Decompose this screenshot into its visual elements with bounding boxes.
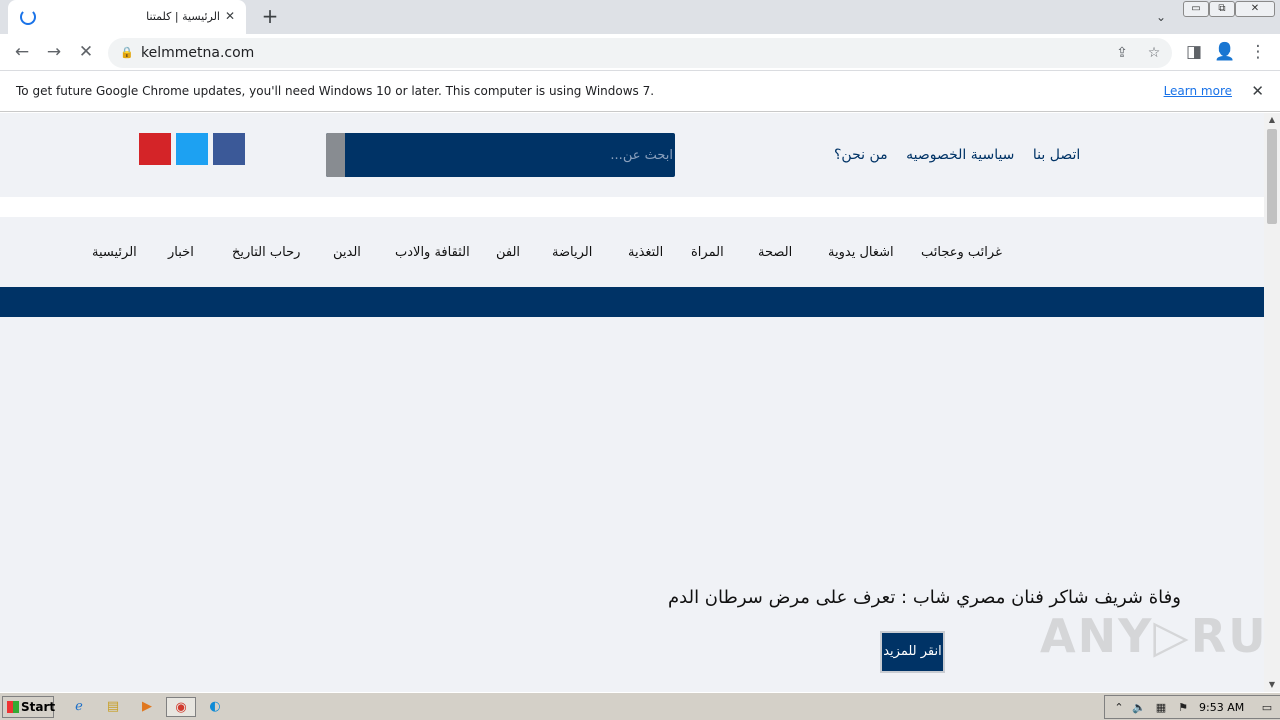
share-icon[interactable]: ⇪ bbox=[1112, 43, 1132, 63]
main-nav: الرئيسية اخبار رحاب التاريخ الدين الثقاف… bbox=[0, 217, 1264, 287]
action-center-flag-icon[interactable]: ⚑ bbox=[1175, 700, 1191, 716]
nav-home[interactable]: الرئيسية bbox=[92, 245, 137, 260]
top-links: اتصل بنا سياسية الخصوصيه من نحن؟ bbox=[820, 147, 1080, 163]
bookmark-star-icon[interactable]: ☆ bbox=[1144, 43, 1164, 63]
infobar-message: To get future Google Chrome updates, you… bbox=[16, 84, 655, 98]
nav-art[interactable]: الفن bbox=[496, 245, 520, 260]
network-icon[interactable]: ▦ bbox=[1153, 700, 1169, 716]
nav-sports[interactable]: الرياضة bbox=[552, 245, 592, 260]
side-panel-button[interactable]: ◨ bbox=[1182, 40, 1206, 64]
browser-tab[interactable]: الرئيسية | كلمتنا ✕ bbox=[8, 0, 246, 34]
search-button[interactable] bbox=[326, 133, 345, 177]
contact-us-link[interactable]: اتصل بنا bbox=[1033, 147, 1080, 163]
profile-button[interactable]: 👤 bbox=[1213, 40, 1237, 64]
nav-history[interactable]: رحاب التاريخ bbox=[232, 245, 300, 260]
site-search bbox=[326, 133, 675, 177]
tab-search-button[interactable]: ⌄ bbox=[1150, 6, 1172, 28]
scroll-down-icon[interactable]: ▼ bbox=[1264, 678, 1280, 692]
scroll-thumb[interactable] bbox=[1267, 129, 1277, 224]
tab-strip: الرئيسية | كلمتنا ✕ + ⌄ ▭ ⧉ ✕ bbox=[0, 0, 1280, 34]
nav-wonders[interactable]: غرائب وعجائب bbox=[921, 245, 1002, 260]
infobar-close-icon[interactable]: ✕ bbox=[1251, 82, 1264, 100]
start-label: Start bbox=[21, 700, 56, 714]
loading-spinner-icon bbox=[20, 9, 36, 25]
nav-health[interactable]: الصحة bbox=[758, 245, 792, 260]
scroll-up-icon[interactable]: ▲ bbox=[1264, 113, 1280, 127]
browser-toolbar: ← → ✕ 🔒 kelmmetna.com ⇪ ☆ ◨ 👤 ⋮ bbox=[0, 34, 1280, 71]
windows-flag-icon bbox=[7, 701, 19, 713]
youtube-icon[interactable] bbox=[139, 133, 171, 165]
new-tab-button[interactable]: + bbox=[258, 5, 282, 29]
nav-women[interactable]: المراة bbox=[691, 245, 724, 260]
restore-button[interactable]: ⧉ bbox=[1209, 1, 1235, 17]
tab-close-icon[interactable]: ✕ bbox=[222, 8, 238, 24]
facebook-icon[interactable] bbox=[213, 133, 245, 165]
window-close-button[interactable]: ✕ bbox=[1235, 1, 1275, 17]
minimize-button[interactable]: ▭ bbox=[1183, 1, 1209, 17]
start-button[interactable]: Start bbox=[2, 696, 56, 718]
nav-religion[interactable]: الدين bbox=[333, 245, 361, 260]
tray-expand-icon[interactable]: ⌃ bbox=[1111, 700, 1127, 716]
tab-title: الرئيسية | كلمتنا bbox=[146, 10, 220, 23]
nav-culture[interactable]: الثقافة والادب bbox=[395, 245, 470, 260]
read-more-button[interactable]: انقر للمزيد bbox=[880, 631, 945, 673]
anyrun-watermark: ANY▷RUN bbox=[1040, 609, 1264, 663]
stop-button[interactable]: ✕ bbox=[74, 40, 98, 64]
update-infobar: To get future Google Chrome updates, you… bbox=[0, 72, 1280, 112]
privacy-policy-link[interactable]: سياسية الخصوصيه bbox=[906, 147, 1014, 163]
nav-underline-bar bbox=[0, 287, 1264, 317]
lock-icon[interactable]: 🔒 bbox=[120, 46, 134, 59]
nav-news[interactable]: اخبار bbox=[168, 245, 194, 260]
system-tray: ⌃ 🔈 ▦ ⚑ 9:53 AM ▭ bbox=[1104, 695, 1280, 719]
show-desktop-icon[interactable]: ▭ bbox=[1259, 700, 1275, 716]
explorer-icon[interactable]: ▤ bbox=[102, 697, 124, 717]
address-bar[interactable]: 🔒 kelmmetna.com ⇪ ☆ bbox=[108, 38, 1172, 68]
divider-strip bbox=[0, 197, 1264, 217]
taskbar-clock[interactable]: 9:53 AM bbox=[1199, 701, 1244, 714]
page-scrollbar[interactable]: ▲ ▼ bbox=[1264, 113, 1280, 692]
nav-nutrition[interactable]: التغذية bbox=[628, 245, 663, 260]
about-us-link[interactable]: من نحن؟ bbox=[834, 147, 888, 163]
back-button[interactable]: ← bbox=[10, 40, 34, 64]
search-input[interactable] bbox=[355, 133, 675, 177]
url-text[interactable]: kelmmetna.com bbox=[141, 45, 254, 61]
edge-icon[interactable]: ◐ bbox=[204, 697, 226, 717]
learn-more-link[interactable]: Learn more bbox=[1164, 84, 1232, 98]
ie-icon[interactable]: ℯ bbox=[68, 697, 90, 717]
volume-icon[interactable]: 🔈 bbox=[1131, 700, 1147, 716]
twitter-icon[interactable] bbox=[176, 133, 208, 165]
windows-taskbar: Start ℯ ▤ ▶ ◉ ◐ ⌃ 🔈 ▦ ⚑ 9:53 AM ▭ bbox=[0, 692, 1280, 720]
page-viewport: اتصل بنا سياسية الخصوصيه من نحن؟ الرئيسي… bbox=[0, 113, 1264, 692]
chrome-menu-button[interactable]: ⋮ bbox=[1246, 40, 1270, 64]
article-headline[interactable]: وفاة شريف شاكر فنان مصري شاب : تعرف على … bbox=[668, 587, 1181, 608]
forward-button[interactable]: → bbox=[42, 40, 66, 64]
chrome-icon[interactable]: ◉ bbox=[166, 697, 196, 717]
media-player-icon[interactable]: ▶ bbox=[136, 697, 158, 717]
site-top-bar: اتصل بنا سياسية الخصوصيه من نحن؟ bbox=[0, 113, 1264, 197]
nav-crafts[interactable]: اشغال يدوية bbox=[828, 245, 894, 260]
